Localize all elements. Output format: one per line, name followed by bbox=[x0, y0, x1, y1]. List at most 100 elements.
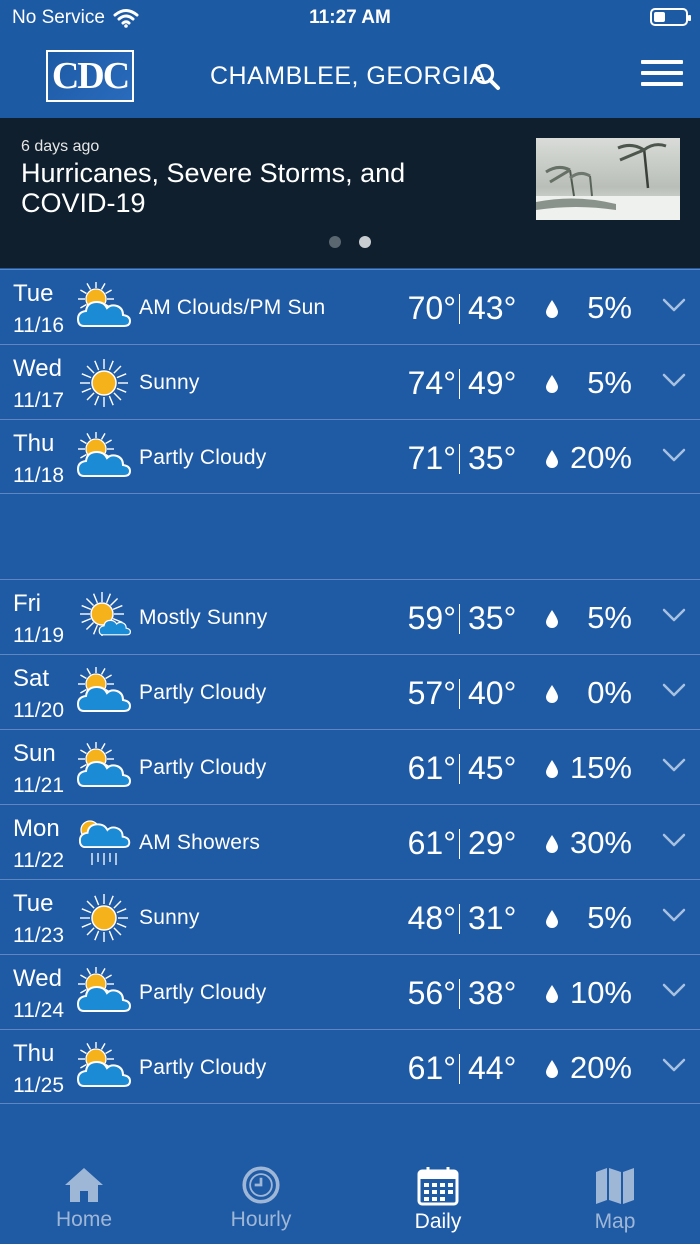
sun-cloud-icon bbox=[76, 966, 132, 1019]
forecast-high-temp: 74° bbox=[407, 365, 456, 401]
status-bar: No Service 11:27 AM bbox=[0, 0, 700, 36]
forecast-row[interactable]: Wed 11/17 Sunny 74° 49° 5% bbox=[0, 344, 700, 419]
sun-cloud-icon bbox=[76, 741, 132, 794]
temp-divider bbox=[459, 444, 460, 474]
raindrop-icon bbox=[545, 1060, 559, 1078]
tab-hourly-label: Hourly bbox=[230, 1208, 292, 1231]
temp-divider bbox=[459, 829, 460, 859]
forecast-day: Tue bbox=[13, 280, 54, 307]
tab-map-label: Map bbox=[594, 1210, 636, 1233]
forecast-low-temp: 44° bbox=[468, 1050, 517, 1086]
temp-divider bbox=[459, 679, 460, 709]
forecast-date: 11/17 bbox=[13, 389, 64, 412]
location-title[interactable]: CHAMBLEE, GEORGIA bbox=[210, 62, 487, 91]
clock-time: 11:27 AM bbox=[309, 7, 391, 28]
chevron-down-icon[interactable] bbox=[662, 1057, 686, 1073]
forecast-day: Thu bbox=[13, 1040, 55, 1067]
forecast-high-temp: 59° bbox=[407, 600, 456, 636]
forecast-high-temp: 61° bbox=[407, 750, 456, 786]
forecast-condition: AM Clouds/PM Sun bbox=[139, 296, 326, 319]
forecast-condition: Partly Cloudy bbox=[139, 1056, 267, 1079]
forecast-row[interactable]: Sat 11/20 Partly Cloudy 57° 40° 0% bbox=[0, 654, 700, 729]
forecast-row[interactable]: Wed 11/24 Partly Cloudy 56° 38° 10% bbox=[0, 954, 700, 1029]
chevron-down-icon[interactable] bbox=[662, 982, 686, 998]
hamburger-menu-icon[interactable] bbox=[641, 60, 683, 92]
raindrop-icon bbox=[545, 610, 559, 628]
news-banner[interactable]: 6 days ago Hurricanes, Severe Storms, an… bbox=[0, 118, 700, 268]
forecast-day: Wed bbox=[13, 965, 62, 992]
temp-divider bbox=[459, 904, 460, 934]
forecast-condition: Mostly Sunny bbox=[139, 606, 268, 629]
forecast-low-temp: 38° bbox=[468, 975, 517, 1011]
tab-daily[interactable]: Daily bbox=[378, 1166, 498, 1234]
tab-daily-label: Daily bbox=[414, 1210, 462, 1233]
news-headline[interactable]: Hurricanes, Severe Storms, and COVID-19 bbox=[21, 158, 491, 218]
chevron-down-icon[interactable] bbox=[662, 682, 686, 698]
forecast-date: 11/22 bbox=[13, 849, 64, 872]
battery-icon bbox=[650, 8, 691, 26]
temp-divider bbox=[459, 1054, 460, 1084]
forecast-high-temp: 70° bbox=[407, 290, 456, 326]
forecast-low-temp: 45° bbox=[468, 750, 517, 786]
temp-divider bbox=[459, 294, 460, 324]
temp-divider bbox=[459, 754, 460, 784]
chevron-down-icon[interactable] bbox=[662, 607, 686, 623]
forecast-day: Tue bbox=[13, 890, 54, 917]
sun-cloud-icon bbox=[76, 281, 132, 334]
carousel-dot-active[interactable] bbox=[359, 236, 371, 248]
sun-icon bbox=[76, 357, 132, 409]
forecast-row[interactable]: Thu 11/25 Partly Cloudy 61° 44° 20% bbox=[0, 1029, 700, 1104]
forecast-day: Sun bbox=[13, 740, 56, 767]
raindrop-icon bbox=[545, 300, 559, 318]
chevron-down-icon[interactable] bbox=[662, 907, 686, 923]
forecast-row[interactable]: Tue 11/16 AM Clouds/PM Sun 70° 43° 5% bbox=[0, 269, 700, 344]
chevron-down-icon[interactable] bbox=[662, 447, 686, 463]
forecast-condition: Partly Cloudy bbox=[139, 981, 267, 1004]
sun-cloud-icon bbox=[76, 431, 132, 484]
forecast-condition: Sunny bbox=[139, 371, 200, 394]
forecast-row[interactable]: Fri 11/19 Mostly Sunny 59° 35° 5% bbox=[0, 579, 700, 654]
forecast-date: 11/19 bbox=[13, 624, 64, 647]
forecast-high-temp: 56° bbox=[407, 975, 456, 1011]
carousel-dots[interactable] bbox=[0, 236, 700, 248]
precip-chance: 20% bbox=[569, 1050, 632, 1085]
chevron-down-icon[interactable] bbox=[662, 372, 686, 388]
precip-chance: 15% bbox=[569, 750, 632, 785]
search-icon[interactable] bbox=[472, 62, 502, 92]
chevron-down-icon[interactable] bbox=[662, 832, 686, 848]
forecast-date: 11/16 bbox=[13, 314, 64, 337]
forecast-low-temp: 49° bbox=[468, 365, 517, 401]
forecast-condition: Partly Cloudy bbox=[139, 681, 267, 704]
carousel-dot[interactable] bbox=[329, 236, 341, 248]
raindrop-icon bbox=[545, 450, 559, 468]
raindrop-icon bbox=[545, 910, 559, 928]
forecast-low-temp: 43° bbox=[468, 290, 517, 326]
temp-divider bbox=[459, 979, 460, 1009]
forecast-row[interactable]: Mon 11/22 AM Showers 61° 29° 30% bbox=[0, 804, 700, 879]
forecast-low-temp: 40° bbox=[468, 675, 517, 711]
forecast-row[interactable]: Tue 11/23 Sunny 48° 31° 5% bbox=[0, 879, 700, 954]
forecast-row[interactable]: Sun 11/21 Partly Cloudy 61° 45° 15% bbox=[0, 729, 700, 804]
home-icon bbox=[65, 1168, 103, 1202]
precip-chance: 20% bbox=[569, 440, 632, 475]
forecast-high-temp: 61° bbox=[407, 1050, 456, 1086]
chevron-down-icon[interactable] bbox=[662, 757, 686, 773]
forecast-high-temp: 61° bbox=[407, 825, 456, 861]
forecast-condition: Partly Cloudy bbox=[139, 756, 267, 779]
forecast-day: Wed bbox=[13, 355, 62, 382]
forecast-condition: Partly Cloudy bbox=[139, 446, 267, 469]
showers-icon bbox=[76, 817, 132, 869]
storm-photo-thumbnail[interactable] bbox=[536, 138, 680, 220]
forecast-low-temp: 35° bbox=[468, 440, 517, 476]
tab-home-label: Home bbox=[55, 1208, 113, 1231]
precip-chance: 30% bbox=[569, 825, 632, 860]
chevron-down-icon[interactable] bbox=[662, 297, 686, 313]
tab-home[interactable]: Home bbox=[24, 1166, 144, 1232]
forecast-day: Fri bbox=[13, 590, 41, 617]
precip-chance: 5% bbox=[587, 365, 632, 400]
tab-hourly[interactable]: Hourly bbox=[201, 1166, 321, 1232]
tab-map[interactable]: Map bbox=[555, 1166, 675, 1234]
cdc-logo[interactable]: CDC bbox=[46, 50, 134, 102]
forecast-row[interactable]: Thu 11/18 Partly Cloudy 71° 35° 20% bbox=[0, 419, 700, 494]
mostly-sunny-icon bbox=[76, 592, 132, 644]
